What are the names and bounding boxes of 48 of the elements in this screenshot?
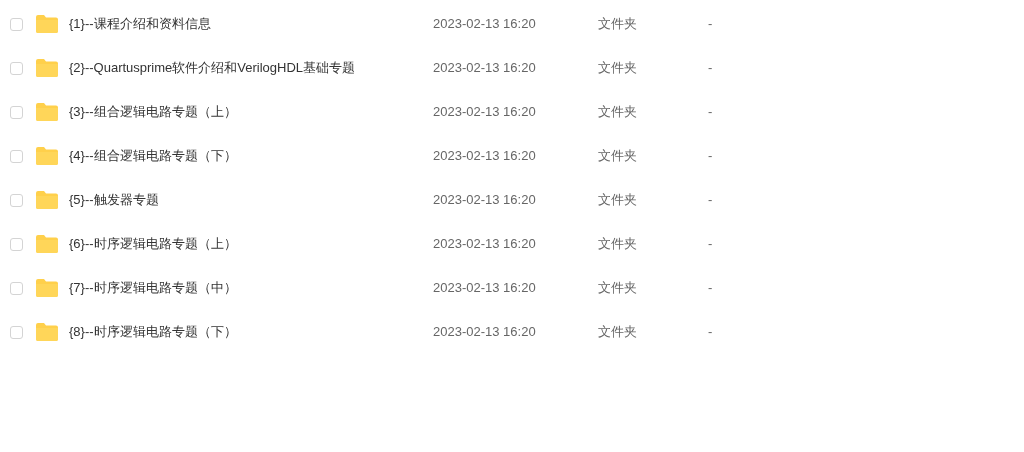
folder-name[interactable]: {8}--时序逻辑电路专题（下） xyxy=(69,322,237,342)
file-size: - xyxy=(708,103,713,122)
folder-icon xyxy=(36,15,58,33)
folder-icon xyxy=(36,323,58,341)
folder-icon xyxy=(36,191,58,209)
checkbox[interactable] xyxy=(10,193,23,207)
file-size: - xyxy=(708,191,713,210)
folder-icon xyxy=(36,59,58,77)
folder-icon xyxy=(36,235,58,253)
file-size: - xyxy=(708,323,713,342)
file-size: - xyxy=(708,59,713,78)
folder-name[interactable]: {2}--Quartusprime软件介绍和VerilogHDL基础专题 xyxy=(69,58,356,78)
folder-name[interactable]: {1}--课程介绍和资料信息 xyxy=(69,14,211,34)
file-size: - xyxy=(708,235,713,254)
checkbox[interactable] xyxy=(10,325,23,339)
file-type: 文件夹 xyxy=(598,103,638,122)
checkbox[interactable] xyxy=(10,281,23,295)
modified-date: 2023-02-13 16:20 xyxy=(433,235,537,254)
folder-name[interactable]: {6}--时序逻辑电路专题（上） xyxy=(69,234,237,254)
file-size: - xyxy=(708,279,713,298)
folder-name[interactable]: {3}--组合逻辑电路专题（上） xyxy=(69,102,237,122)
file-type: 文件夹 xyxy=(598,147,638,166)
file-type: 文件夹 xyxy=(598,59,638,78)
checkbox[interactable] xyxy=(10,105,23,119)
folder-name[interactable]: {5}--触发器专题 xyxy=(69,190,159,210)
modified-date: 2023-02-13 16:20 xyxy=(433,59,537,78)
modified-date: 2023-02-13 16:20 xyxy=(433,15,537,34)
modified-date: 2023-02-13 16:20 xyxy=(433,279,537,298)
checkbox[interactable] xyxy=(10,149,23,163)
modified-date: 2023-02-13 16:20 xyxy=(433,147,537,166)
file-type: 文件夹 xyxy=(598,15,638,34)
checkbox[interactable] xyxy=(10,237,23,251)
checkbox[interactable] xyxy=(10,61,23,75)
modified-date: 2023-02-13 16:20 xyxy=(433,191,537,210)
file-type: 文件夹 xyxy=(598,279,638,298)
folder-name[interactable]: {4}--组合逻辑电路专题（下） xyxy=(69,146,237,166)
file-size: - xyxy=(708,147,713,166)
checkbox[interactable] xyxy=(10,17,23,31)
file-type: 文件夹 xyxy=(598,323,638,342)
file-type: 文件夹 xyxy=(598,235,638,254)
folder-icon xyxy=(36,147,58,165)
folder-icon xyxy=(36,103,58,121)
folder-icon xyxy=(36,279,58,297)
file-size: - xyxy=(708,15,713,34)
folder-name[interactable]: {7}--时序逻辑电路专题（中） xyxy=(69,278,237,298)
modified-date: 2023-02-13 16:20 xyxy=(433,323,537,342)
file-type: 文件夹 xyxy=(598,191,638,210)
modified-date: 2023-02-13 16:20 xyxy=(433,103,537,122)
